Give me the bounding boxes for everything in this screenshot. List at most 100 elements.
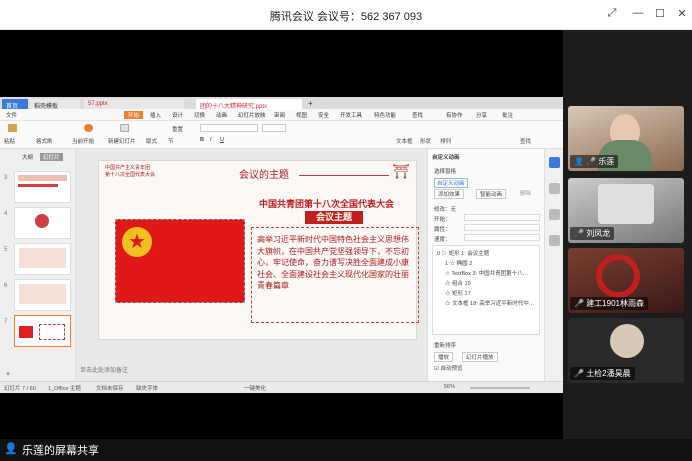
auto-preview-checkbox[interactable]: ☑ 自动预览 [434,364,462,372]
menu-insert[interactable]: 插入 [150,111,161,119]
doc-backup-status[interactable]: 文档未保存 [96,384,124,392]
menu-search[interactable]: 查找 [412,111,423,119]
layout-button[interactable]: 版式 [146,137,157,145]
format-painter-button[interactable]: 格式刷 [36,137,53,145]
textbox-button[interactable]: 文本框 [396,137,413,145]
league-flag[interactable]: ★ [115,219,245,303]
menu-security[interactable]: 安全 [318,111,329,119]
menu-start[interactable]: 开始 [124,111,144,119]
bold-button[interactable]: B [200,137,204,143]
slide-body-text[interactable]: 高举习近平新时代中国特色社会主义思想伟大旗帜，在中国共产党坚强领导下，不忘初心，… [251,227,419,323]
section-button[interactable]: 节 [168,137,174,145]
menu-slideshow[interactable]: 幻灯片放映 [238,111,266,119]
close-icon[interactable]: ✕ [674,7,690,20]
play-button[interactable]: 播放 [434,352,454,362]
slide-thumb-selected[interactable] [14,315,71,347]
find-button[interactable]: 查找 [520,137,531,145]
participant-name: 🎤 建工1901林雨森 [570,297,648,310]
slide-thumb[interactable] [14,243,71,275]
custom-animation-tab[interactable]: 自定义动画 [434,178,468,188]
fullscreen-icon[interactable]: ⤢ [604,7,620,20]
add-slide-button[interactable]: + [6,371,10,378]
zoom-slider[interactable] [470,387,530,389]
meeting-title: 腾讯会议 会议号：562 367 093 [269,11,423,23]
participant-name: 👤 🎤 乐莲 [570,155,619,168]
font-name-select[interactable] [200,124,258,132]
start-select[interactable] [464,214,540,221]
participant-name: 🎤 刘凤龙 [570,227,615,240]
underline-button[interactable]: U [220,137,224,143]
new-tab-button[interactable]: + [308,99,320,109]
animation-item[interactable]: ☆ 组合 19 [445,279,471,287]
slide-thumb[interactable] [14,171,71,203]
menu-design[interactable]: 设计 [172,111,183,119]
animation-item[interactable]: 0 ▷ 矩形 1: 会议主题 [437,249,489,257]
animation-item[interactable]: 1 ☆ 椭圆 2 [445,259,472,267]
slide-thumb[interactable] [14,207,71,239]
italic-button[interactable]: I [210,137,212,143]
maximize-icon[interactable]: ☐ [652,7,668,20]
missing-font-button[interactable]: 缺失字体 [136,384,158,392]
notes-placeholder[interactable]: 单击此处添加备注 [80,365,128,374]
menu-file[interactable]: 文件 [6,111,17,119]
from-current-button[interactable]: 当前开始 [72,137,94,145]
delete-animation-button[interactable]: 删除 [520,189,531,197]
annotate-button[interactable]: 批注 [502,111,513,119]
speed-select[interactable] [464,234,540,241]
new-slide-icon[interactable] [120,124,129,132]
reset-button[interactable]: 重置 [172,125,183,133]
tab-templates[interactable]: 稻壳模板 [30,99,80,109]
slide-headline: 中国共青团第十八次全国代表大会 [259,199,395,209]
tab-home[interactable]: 首页 [2,99,28,109]
font-size-select[interactable] [262,124,286,132]
tab-57-pptx[interactable]: 57.pptx [84,99,184,109]
animation-pane-icon[interactable] [549,157,560,168]
status-bar: 幻灯片 7 / 60 1_Office 主题 文档未保存 缺失字体 一键美化 5… [0,381,563,393]
animation-item[interactable]: ☆ TextBox 3: 中国共青团第十八… [445,269,528,277]
slides-tab[interactable]: 幻灯片 [40,153,63,161]
share-bar: 👤 乐莲的屏幕共享 [0,439,692,461]
paste-icon[interactable] [8,124,17,132]
participant-tile[interactable]: 🎤 刘凤龙 [568,178,684,243]
beautify-button[interactable]: 一键美化 [244,384,266,392]
add-effect-button[interactable]: 添加效果 [434,189,465,199]
thumb-number: 6 [4,283,8,289]
participant-tile[interactable]: 🎤 建工1901林雨森 [568,248,684,313]
property-select[interactable] [464,224,540,231]
arrange-button[interactable]: 排列 [440,137,451,145]
menu-bar: 文件 开始 插入 设计 切换 动画 幻灯片放映 审阅 视图 安全 开发工具 特色… [0,109,563,121]
select-pane-icon[interactable] [549,183,560,194]
participant-tile[interactable]: 🎤 土检2潘昊晨 [568,318,684,383]
share-pane-icon[interactable] [549,235,560,246]
tab-active-doc[interactable]: 团的十八大精神研究.pptx [196,99,302,109]
animation-item[interactable]: ☆ 文本框 18: 高举习近平新时代中… [445,299,534,307]
menu-animation[interactable]: 动画 [216,111,227,119]
new-slide-button[interactable]: 新建幻灯片 [108,137,136,145]
play-from-current-icon[interactable] [84,124,93,132]
paste-button[interactable]: 粘贴 [4,137,15,145]
menu-switch[interactable]: 切换 [194,111,205,119]
slide-thumb[interactable] [14,279,71,311]
animation-list: 0 ▷ 矩形 1: 会议主题 1 ☆ 椭圆 2 ☆ TextBox 3: 中国共… [432,245,540,335]
collab-button[interactable]: 有协作 [446,111,463,119]
slideshow-button[interactable]: 幻灯片播放 [462,352,498,362]
share-button[interactable]: 分享 [476,111,487,119]
minimize-icon[interactable]: — [630,7,646,19]
property-label: 属性： [434,227,451,233]
menu-devtools[interactable]: 开发工具 [340,111,362,119]
menu-review[interactable]: 审阅 [274,111,285,119]
menu-view[interactable]: 视图 [296,111,307,119]
format-pane-icon[interactable] [549,209,560,220]
outline-tab[interactable]: 大纲 [22,153,33,161]
slide[interactable]: 中国共产主义青年团 第十八次全国代表大会 会议的主题 ⛩ 中国共青团第十八次全国代… [98,160,419,340]
smart-animation-button[interactable]: 智能动画 [476,189,507,199]
slide-count: 幻灯片 7 / 60 [4,386,36,392]
menu-special[interactable]: 特色功能 [374,111,396,119]
participant-tile[interactable]: 👤 🎤 乐莲 [568,106,684,171]
slide-header-logo-text: 中国共产主义青年团 第十八次全国代表大会 [105,165,156,178]
shape-button[interactable]: 形状 [420,137,431,145]
zoom-level[interactable]: 56% [444,384,455,390]
slide-editor: 中国共产主义青年团 第十八次全国代表大会 会议的主题 ⛩ 中国共青团第十八次全国代… [76,149,427,381]
select-pane-link[interactable]: 选择窗格 [434,167,456,175]
animation-item[interactable]: ☆ 矩形 17 [445,289,471,297]
